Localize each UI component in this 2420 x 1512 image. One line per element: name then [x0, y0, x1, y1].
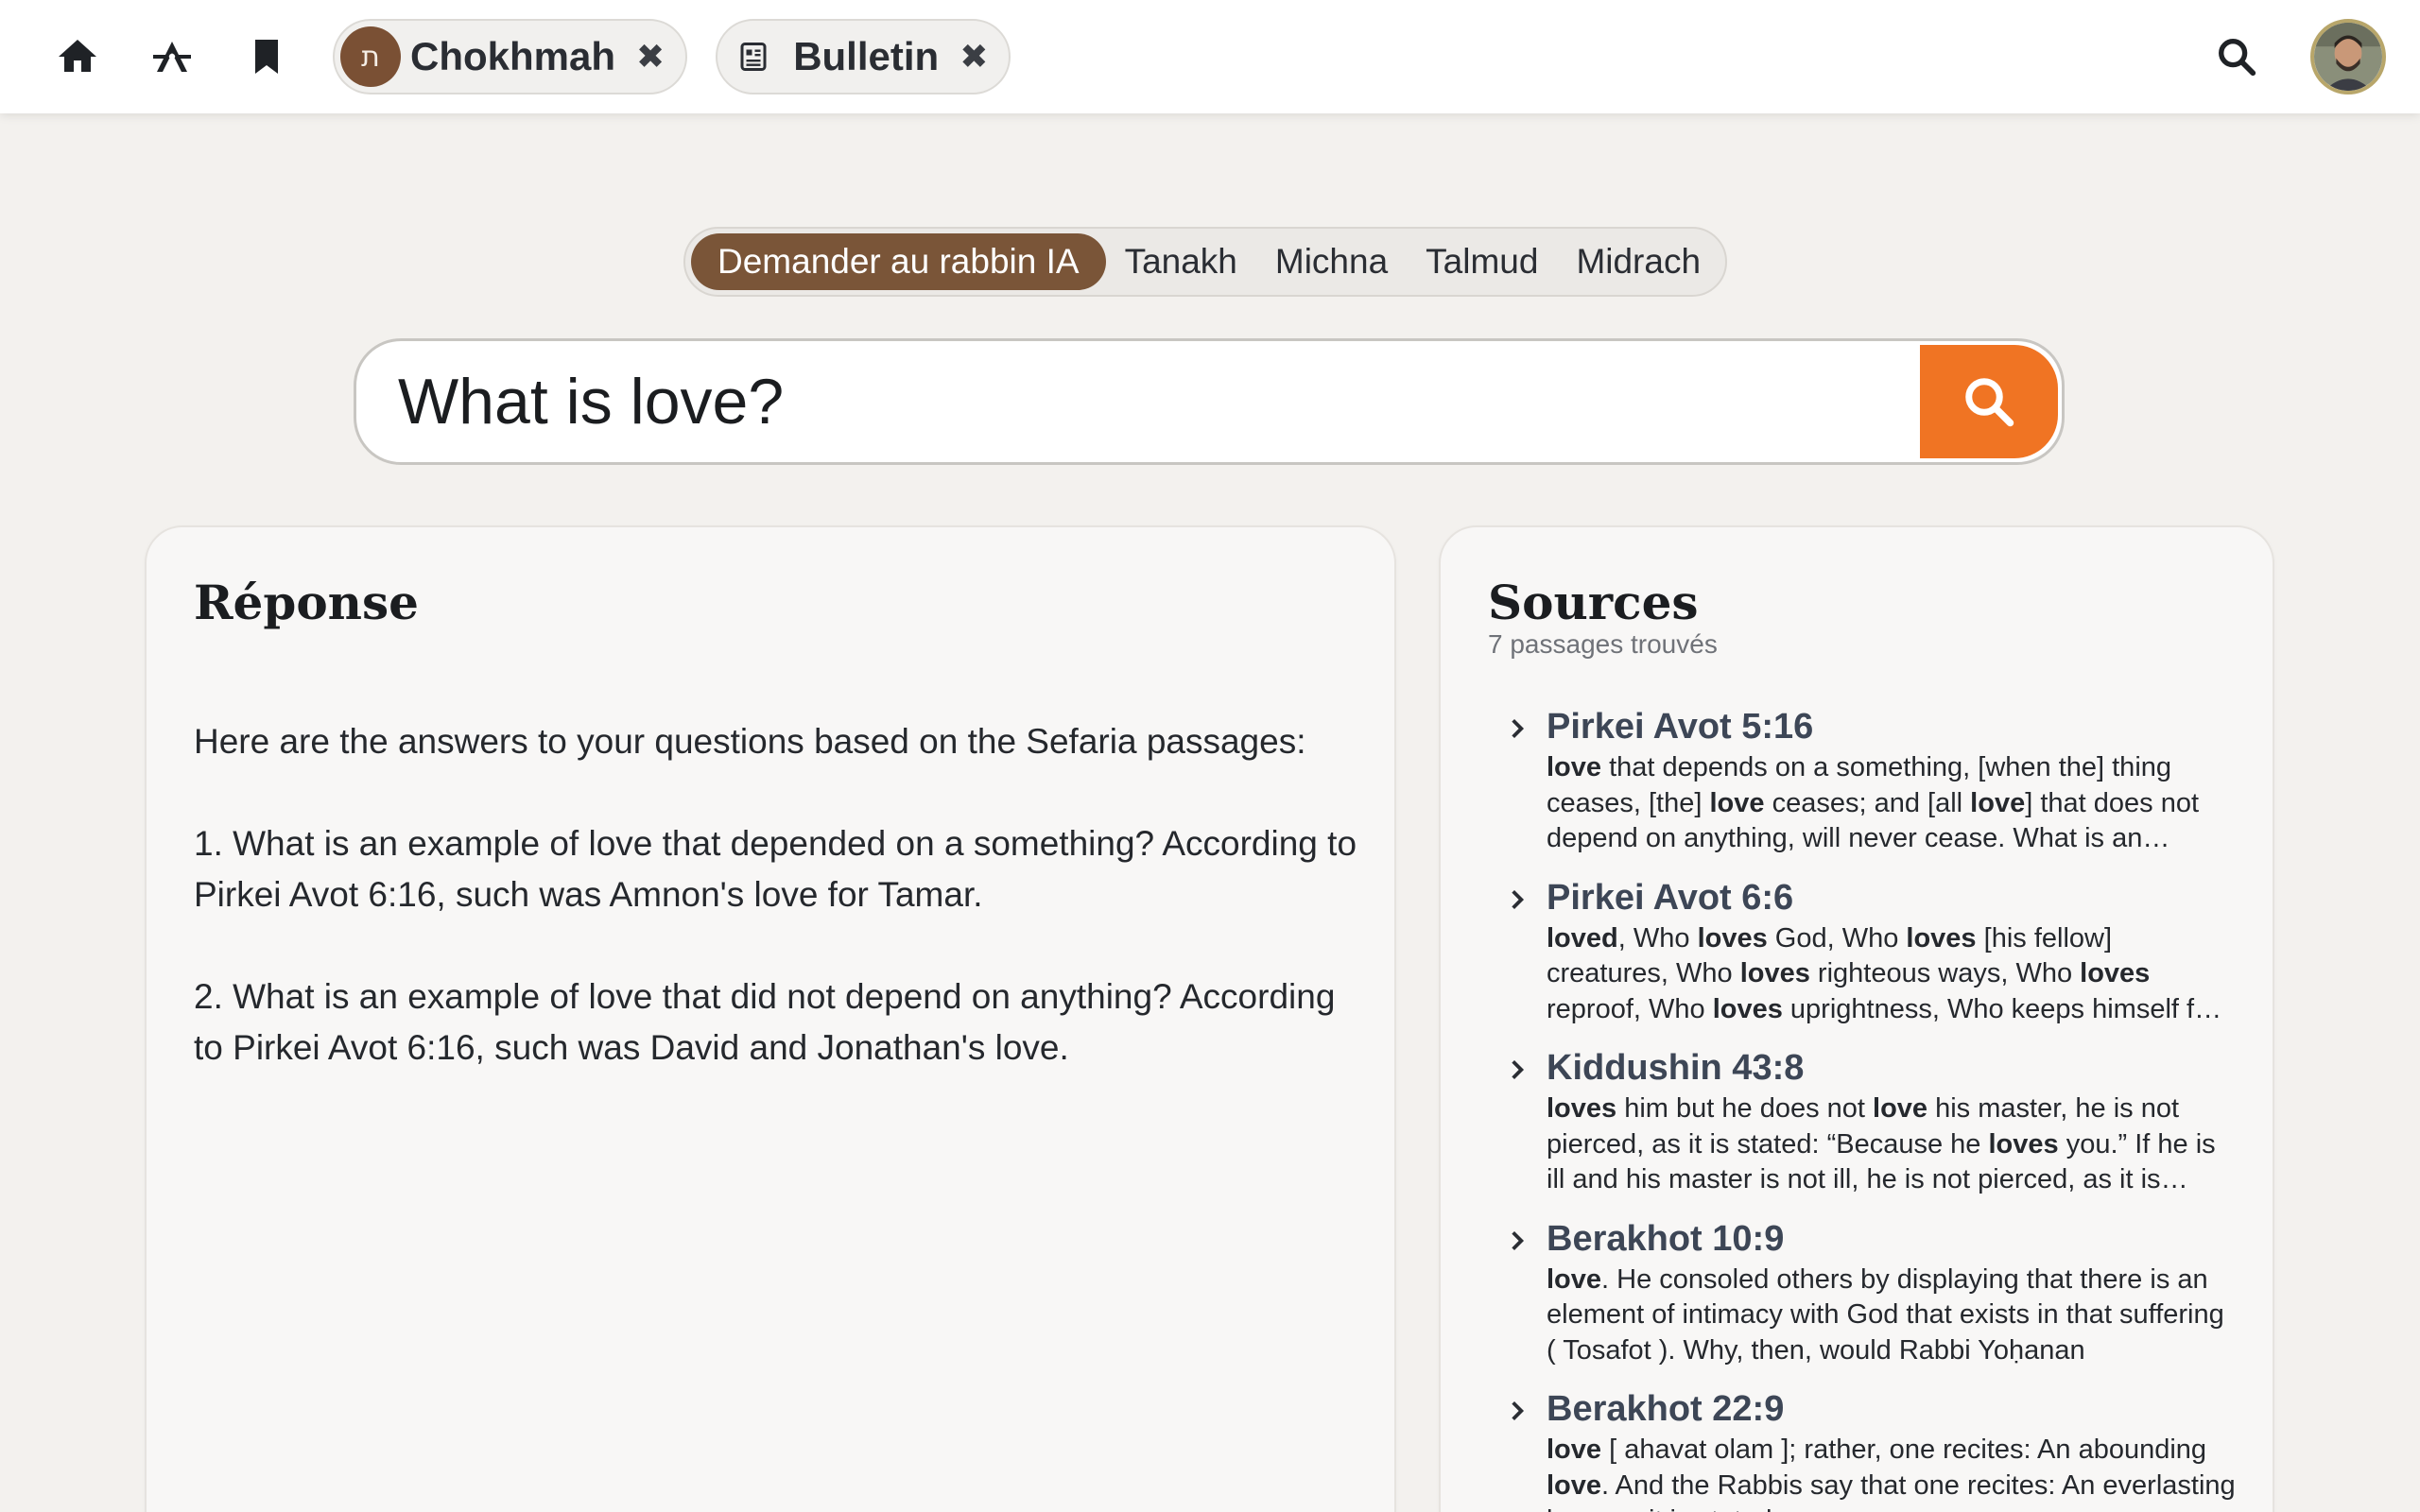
tab-bulletin[interactable]: Bulletin ✖: [716, 19, 1011, 94]
source-snippet: love [ ahavat olam ]; rather, one recite…: [1547, 1435, 2236, 1512]
answer-paragraph: Here are the answers to your questions b…: [194, 722, 1306, 761]
source-body: Pirkei Avot 6:6 loved, Who loves God, Who…: [1547, 874, 2237, 1028]
tab-bulletin-label: Bulletin: [793, 34, 940, 78]
answer-title: Réponse: [194, 575, 419, 630]
chokhmah-badge: ת: [340, 26, 401, 87]
source-item[interactable]: Kiddushin 43:8 loves him but he does not …: [1488, 1044, 2244, 1198]
home-icon[interactable]: [49, 28, 106, 85]
question-search-box: [354, 338, 2065, 465]
source-title[interactable]: Berakhot 22:9: [1547, 1385, 2237, 1433]
newspaper-icon: [723, 26, 784, 87]
sources-count: 7 passages trouvés: [1488, 629, 1718, 659]
source-item[interactable]: Berakhot 10:9 love. He consoled others by…: [1488, 1215, 2244, 1369]
search-icon[interactable]: [2208, 28, 2265, 85]
source-title[interactable]: Kiddushin 43:8: [1547, 1044, 2237, 1091]
tab-tanakh[interactable]: Tanakh: [1106, 233, 1256, 290]
source-snippet: loved, Who loves God, Who loves [his fel…: [1547, 922, 2219, 1024]
search-icon: [1965, 378, 2014, 427]
tab-chokhmah[interactable]: ת Chokhmah ✖: [333, 19, 688, 94]
mode-tabs: Demander au rabbin IA Tanakh Michna Talm…: [683, 227, 1728, 297]
source-title[interactable]: Pirkei Avot 5:16: [1547, 703, 2237, 750]
tab-ask-ai-rabbi[interactable]: Demander au rabbin IA: [691, 233, 1106, 290]
source-body: Berakhot 22:9 love [ ahavat olam ]; rathe…: [1547, 1385, 2237, 1512]
compass-icon[interactable]: [144, 28, 200, 85]
sources-panel: Sources 7 passages trouvés Pirkei Avot 5…: [1439, 525, 2274, 1512]
close-icon[interactable]: ✖: [959, 37, 988, 77]
source-item[interactable]: Berakhot 22:9 love [ ahavat olam ]; rathe…: [1488, 1385, 2244, 1512]
source-snippet: love that depends on a something, [when …: [1547, 752, 2200, 853]
source-body: Pirkei Avot 5:16 love that depends on a s…: [1547, 703, 2237, 857]
source-title[interactable]: Pirkei Avot 6:6: [1547, 874, 2237, 921]
sources-title: Sources: [1488, 575, 1699, 630]
answer-paragraph: 2. What is an example of love that did n…: [194, 977, 1336, 1067]
tab-chokhmah-label: Chokhmah: [410, 34, 616, 78]
source-snippet: love. He consoled others by displaying t…: [1547, 1263, 2224, 1366]
source-body: Kiddushin 43:8 loves him but he does not …: [1547, 1044, 2237, 1198]
chevron-right-icon[interactable]: [1488, 703, 1547, 857]
chevron-right-icon[interactable]: [1488, 1385, 1547, 1512]
top-navigation-bar: ת Chokhmah ✖ Bulletin ✖: [0, 0, 2420, 113]
chevron-right-icon[interactable]: [1488, 874, 1547, 1028]
source-snippet: loves him but he does not love his maste…: [1547, 1093, 2216, 1194]
close-icon[interactable]: ✖: [636, 37, 665, 77]
tab-michna[interactable]: Michna: [1256, 233, 1407, 290]
source-item[interactable]: Pirkei Avot 5:16 love that depends on a s…: [1488, 703, 2244, 857]
chevron-right-icon[interactable]: [1488, 1044, 1547, 1198]
source-body: Berakhot 10:9 love. He consoled others by…: [1547, 1215, 2237, 1369]
question-input[interactable]: [356, 345, 1907, 458]
chevron-right-icon[interactable]: [1488, 1215, 1547, 1369]
answer-paragraph: 1. What is an example of love that depen…: [194, 824, 1357, 914]
submit-search-button[interactable]: [1920, 345, 2058, 458]
bookmark-icon[interactable]: [238, 28, 295, 85]
tab-midrach[interactable]: Midrach: [1557, 233, 1720, 290]
answer-panel: Réponse Here are the answers to your que…: [145, 525, 1396, 1512]
source-title[interactable]: Berakhot 10:9: [1547, 1215, 2237, 1263]
source-item[interactable]: Pirkei Avot 6:6 loved, Who loves God, Who…: [1488, 874, 2244, 1028]
answer-text: Here are the answers to your questions b…: [194, 716, 1357, 1125]
user-avatar[interactable]: [2310, 19, 2386, 94]
source-list: Pirkei Avot 5:16 love that depends on a s…: [1488, 703, 2244, 1512]
tab-talmud[interactable]: Talmud: [1407, 233, 1557, 290]
